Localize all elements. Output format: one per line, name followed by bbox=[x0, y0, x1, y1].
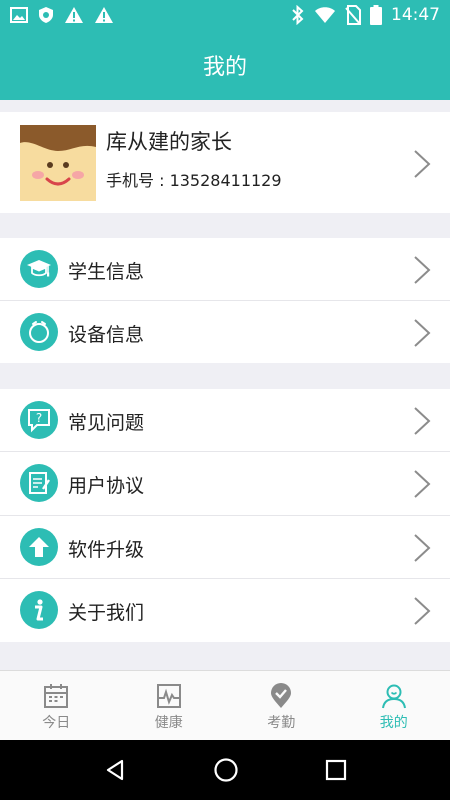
svg-text:?: ? bbox=[36, 411, 42, 425]
info-icon bbox=[20, 591, 58, 629]
location-icon bbox=[271, 683, 292, 708]
avatar bbox=[20, 125, 96, 201]
upgrade-icon bbox=[20, 528, 58, 566]
health-icon bbox=[156, 684, 181, 708]
menu-item-label: 用户协议 bbox=[68, 475, 145, 497]
profile-icon bbox=[381, 684, 406, 709]
chevron-right-icon bbox=[414, 597, 431, 625]
wifi-icon bbox=[315, 7, 335, 23]
tab-health[interactable]: 健康 bbox=[113, 671, 226, 740]
menu-item-label: 常见问题 bbox=[68, 412, 145, 434]
chevron-right-icon bbox=[414, 470, 431, 498]
tab-label: 健康 bbox=[154, 715, 183, 731]
tab-label: 考勤 bbox=[267, 715, 296, 731]
menu-item-label: 关于我们 bbox=[68, 602, 145, 624]
tab-label: 今日 bbox=[42, 715, 71, 731]
menu-item-label: 设备信息 bbox=[68, 324, 145, 346]
warning-icon bbox=[65, 7, 83, 23]
tab-attendance[interactable]: 考勤 bbox=[225, 671, 338, 740]
menu-item-device-info[interactable]: 设备信息 bbox=[0, 301, 450, 364]
device-icon bbox=[20, 313, 58, 351]
document-icon bbox=[20, 464, 58, 502]
menu-item-software-upgrade[interactable]: 软件升级 bbox=[0, 516, 450, 579]
question-icon: ? bbox=[20, 401, 58, 439]
page-title: 我的 bbox=[202, 55, 247, 80]
chevron-right-icon bbox=[414, 319, 431, 347]
bottom-tab-bar: 今日 健康 考勤 我的 bbox=[0, 670, 450, 740]
chevron-right-icon bbox=[414, 150, 431, 178]
menu-group-device: 学生信息 设备信息 bbox=[0, 238, 450, 363]
profile-phone: 手机号 : 13528411129 bbox=[106, 171, 282, 190]
menu-item-label: 学生信息 bbox=[68, 261, 145, 283]
menu-item-user-agreement[interactable]: 用户协议 bbox=[0, 452, 450, 515]
chevron-right-icon bbox=[414, 407, 431, 435]
bluetooth-icon bbox=[292, 5, 304, 25]
no-sim-icon bbox=[345, 5, 361, 25]
calendar-icon bbox=[44, 684, 69, 708]
recents-icon[interactable] bbox=[325, 759, 347, 781]
home-icon[interactable] bbox=[213, 757, 239, 783]
clock: 14:47 bbox=[391, 5, 440, 25]
chevron-right-icon bbox=[414, 534, 431, 562]
menu-item-student-info[interactable]: 学生信息 bbox=[0, 238, 450, 301]
profile-name: 库从建的家长 bbox=[106, 130, 232, 154]
menu-group-app: ? 常见问题 用户协议 软件升级 关于我们 bbox=[0, 389, 450, 642]
graduation-cap-icon bbox=[20, 250, 58, 288]
tab-label: 我的 bbox=[379, 715, 408, 731]
chevron-right-icon bbox=[414, 256, 431, 284]
app-bar: 我的 bbox=[0, 30, 450, 100]
warning-icon bbox=[95, 7, 113, 23]
tab-today[interactable]: 今日 bbox=[0, 671, 113, 740]
shield-icon bbox=[39, 7, 53, 23]
menu-item-label: 软件升级 bbox=[68, 539, 145, 561]
back-icon[interactable] bbox=[103, 758, 127, 782]
menu-item-about-us[interactable]: 关于我们 bbox=[0, 579, 450, 642]
menu-item-faq[interactable]: ? 常见问题 bbox=[0, 389, 450, 452]
system-nav-bar bbox=[0, 740, 450, 800]
gallery-icon bbox=[10, 7, 28, 23]
battery-icon bbox=[370, 5, 382, 25]
status-bar: 14:47 bbox=[0, 0, 450, 30]
tab-mine[interactable]: 我的 bbox=[338, 671, 450, 740]
